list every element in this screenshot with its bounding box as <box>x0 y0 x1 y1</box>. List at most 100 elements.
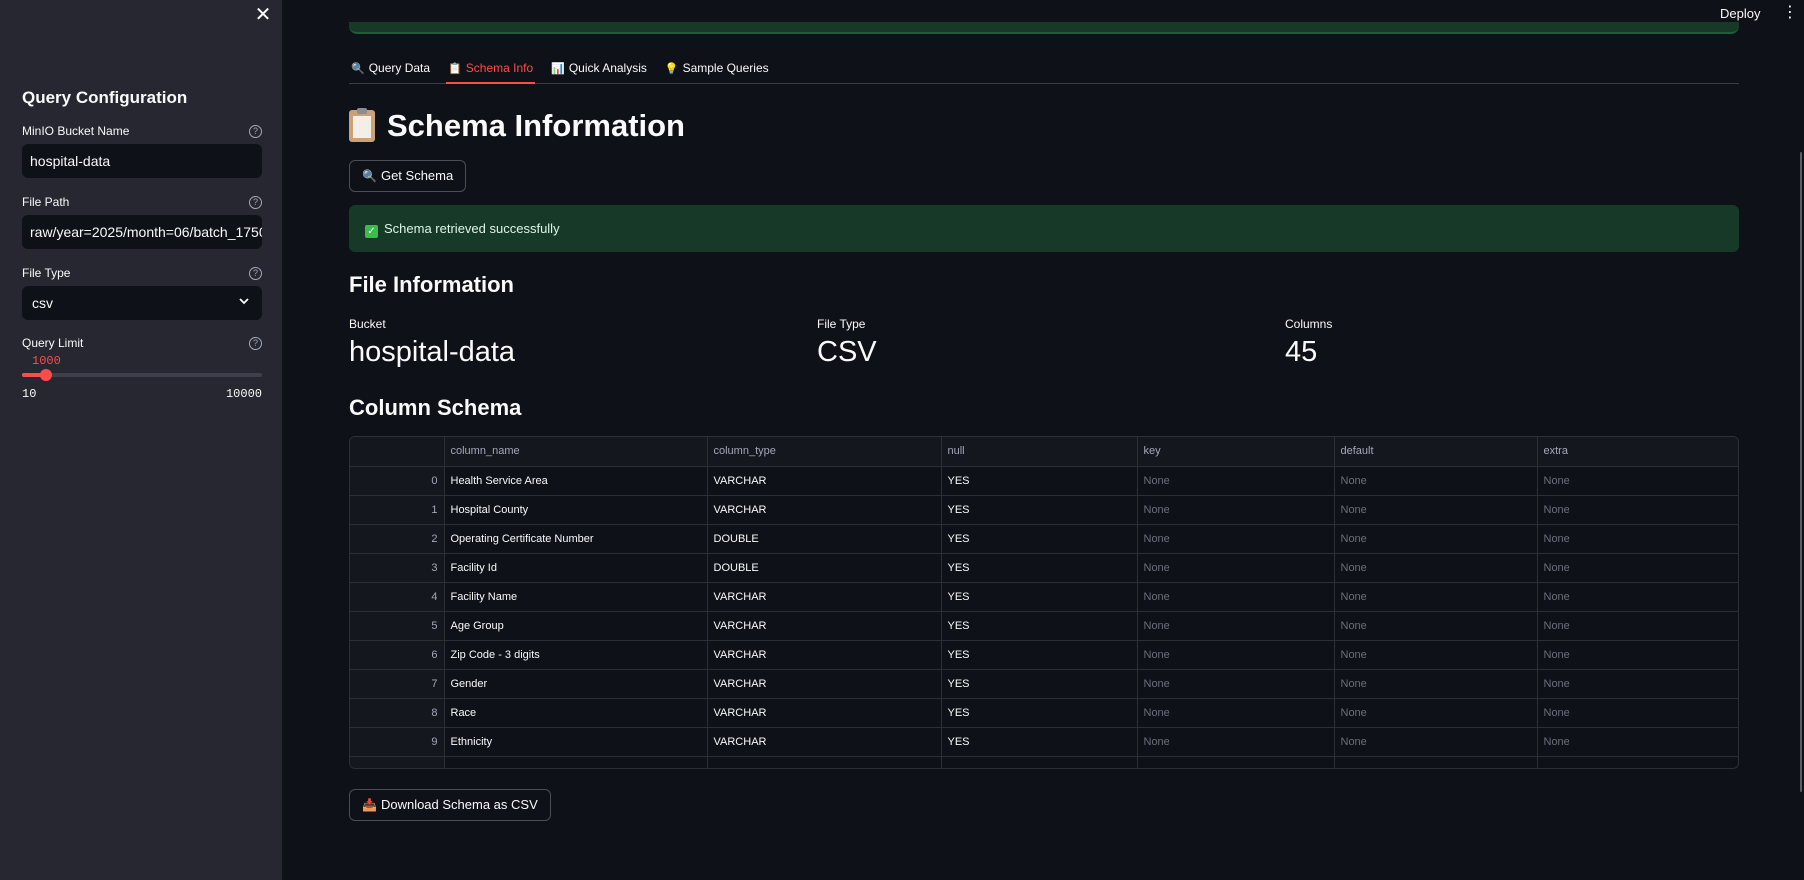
menu-icon[interactable]: ⋮ <box>1782 4 1798 22</box>
table-cell[interactable]: VARCHAR <box>707 727 942 757</box>
help-icon[interactable]: ? <box>249 337 262 350</box>
get-schema-button[interactable]: 🔍 Get Schema <box>349 160 467 192</box>
column-header[interactable]: column_name <box>444 437 708 467</box>
table-cell[interactable]: None <box>1537 466 1738 496</box>
query-limit-slider[interactable] <box>22 373 262 377</box>
table-cell[interactable]: VARCHAR <box>707 640 942 670</box>
table-cell[interactable]: None <box>1537 727 1738 757</box>
table-cell[interactable] <box>1537 756 1738 768</box>
table-cell[interactable]: 9 <box>350 727 445 757</box>
table-cell[interactable]: None <box>1334 698 1538 728</box>
column-header[interactable]: default <box>1334 437 1538 467</box>
tab-query-data[interactable]: 🔍 Query Data <box>349 56 432 84</box>
table-cell[interactable]: YES <box>941 640 1138 670</box>
table-cell[interactable]: VARCHAR <box>707 495 942 525</box>
table-cell[interactable]: Facility Id <box>444 553 708 583</box>
table-cell[interactable] <box>707 756 942 768</box>
bucket-name-input[interactable]: hospital-data <box>22 144 262 178</box>
table-cell[interactable]: VARCHAR <box>707 582 942 612</box>
table-cell[interactable]: None <box>1137 553 1335 583</box>
table-cell[interactable]: 2 <box>350 524 445 554</box>
table-cell[interactable]: DOUBLE <box>707 553 942 583</box>
table-row[interactable]: 5 Age Group VARCHAR YES None None None <box>350 611 1738 641</box>
table-cell[interactable]: None <box>1334 582 1538 612</box>
table-cell[interactable]: 1 <box>350 495 445 525</box>
table-cell[interactable]: None <box>1137 466 1335 496</box>
table-cell[interactable] <box>1137 756 1335 768</box>
table-cell[interactable]: Zip Code - 3 digits <box>444 640 708 670</box>
column-header[interactable] <box>350 437 445 467</box>
table-cell[interactable]: Hospital County <box>444 495 708 525</box>
table-cell[interactable]: 8 <box>350 698 445 728</box>
table-cell[interactable]: None <box>1537 524 1738 554</box>
table-cell[interactable]: YES <box>941 582 1138 612</box>
table-cell[interactable]: None <box>1137 727 1335 757</box>
table-cell[interactable]: YES <box>941 553 1138 583</box>
table-cell[interactable]: None <box>1334 495 1538 525</box>
table-cell[interactable]: VARCHAR <box>707 466 942 496</box>
table-cell[interactable]: None <box>1334 611 1538 641</box>
deploy-button[interactable]: Deploy <box>1720 6 1760 21</box>
table-row[interactable]: 8 Race VARCHAR YES None None None <box>350 698 1738 728</box>
column-header[interactable]: column_type <box>707 437 942 467</box>
table-cell[interactable]: 6 <box>350 640 445 670</box>
scrollbar[interactable] <box>1800 152 1802 792</box>
column-header[interactable]: null <box>941 437 1138 467</box>
table-cell[interactable]: VARCHAR <box>707 669 942 699</box>
table-row[interactable]: 4 Facility Name VARCHAR YES None None None <box>350 582 1738 612</box>
table-cell[interactable] <box>941 756 1138 768</box>
table-cell[interactable]: 0 <box>350 466 445 496</box>
tab-schema-info[interactable]: 📋 Schema Info <box>446 56 536 84</box>
table-cell[interactable]: YES <box>941 611 1138 641</box>
table-cell[interactable]: None <box>1537 669 1738 699</box>
table-cell[interactable]: None <box>1334 640 1538 670</box>
help-icon[interactable]: ? <box>249 267 262 280</box>
table-cell[interactable]: Health Service Area <box>444 466 708 496</box>
table-cell[interactable]: Operating Certificate Number <box>444 524 708 554</box>
tab-quick-analysis[interactable]: 📊 Quick Analysis <box>549 56 649 84</box>
table-cell[interactable]: Gender <box>444 669 708 699</box>
table-cell[interactable]: Ethnicity <box>444 727 708 757</box>
table-cell[interactable]: None <box>1537 495 1738 525</box>
table-cell[interactable]: Facility Name <box>444 582 708 612</box>
table-row[interactable]: 1 Hospital County VARCHAR YES None None None <box>350 495 1738 525</box>
table-cell[interactable]: None <box>1334 727 1538 757</box>
table-cell[interactable]: Age Group <box>444 611 708 641</box>
table-row[interactable]: 7 Gender VARCHAR YES None None None <box>350 669 1738 699</box>
table-cell[interactable]: None <box>1137 582 1335 612</box>
download-schema-button[interactable]: 📥 Download Schema as CSV <box>349 789 551 821</box>
column-header[interactable]: extra <box>1537 437 1738 467</box>
table-cell[interactable]: None <box>1137 640 1335 670</box>
table-cell[interactable]: VARCHAR <box>707 611 942 641</box>
table-cell[interactable]: 4 <box>350 582 445 612</box>
table-cell[interactable]: YES <box>941 669 1138 699</box>
table-cell[interactable]: 7 <box>350 669 445 699</box>
table-cell[interactable]: None <box>1537 611 1738 641</box>
table-cell[interactable]: YES <box>941 495 1138 525</box>
help-icon[interactable]: ? <box>249 196 262 209</box>
table-cell[interactable]: None <box>1537 640 1738 670</box>
table-cell[interactable]: None <box>1334 524 1538 554</box>
close-icon[interactable]: ✕ <box>252 4 274 26</box>
table-cell[interactable]: None <box>1537 553 1738 583</box>
table-cell[interactable]: VARCHAR <box>707 698 942 728</box>
table-cell[interactable]: Race <box>444 698 708 728</box>
table-cell[interactable] <box>1334 756 1538 768</box>
table-cell[interactable]: None <box>1334 466 1538 496</box>
table-cell[interactable]: YES <box>941 727 1138 757</box>
tab-sample-queries[interactable]: 💡 Sample Queries <box>663 56 771 84</box>
table-cell[interactable]: None <box>1137 524 1335 554</box>
table-cell[interactable]: DOUBLE <box>707 524 942 554</box>
table-cell[interactable]: None <box>1537 698 1738 728</box>
table-cell[interactable] <box>444 756 708 768</box>
table-cell[interactable] <box>350 756 445 768</box>
help-icon[interactable]: ? <box>249 125 262 138</box>
table-cell[interactable]: None <box>1137 611 1335 641</box>
table-row[interactable]: 6 Zip Code - 3 digits VARCHAR YES None None No… <box>350 640 1738 670</box>
slider-thumb[interactable] <box>39 369 52 381</box>
table-cell[interactable]: None <box>1334 669 1538 699</box>
table-cell[interactable]: None <box>1137 669 1335 699</box>
file-path-input[interactable]: raw/year=2025/month=06/batch_175030 <box>22 215 262 249</box>
table-row[interactable]: 3 Facility Id DOUBLE YES None None None <box>350 553 1738 583</box>
table-cell[interactable]: 5 <box>350 611 445 641</box>
